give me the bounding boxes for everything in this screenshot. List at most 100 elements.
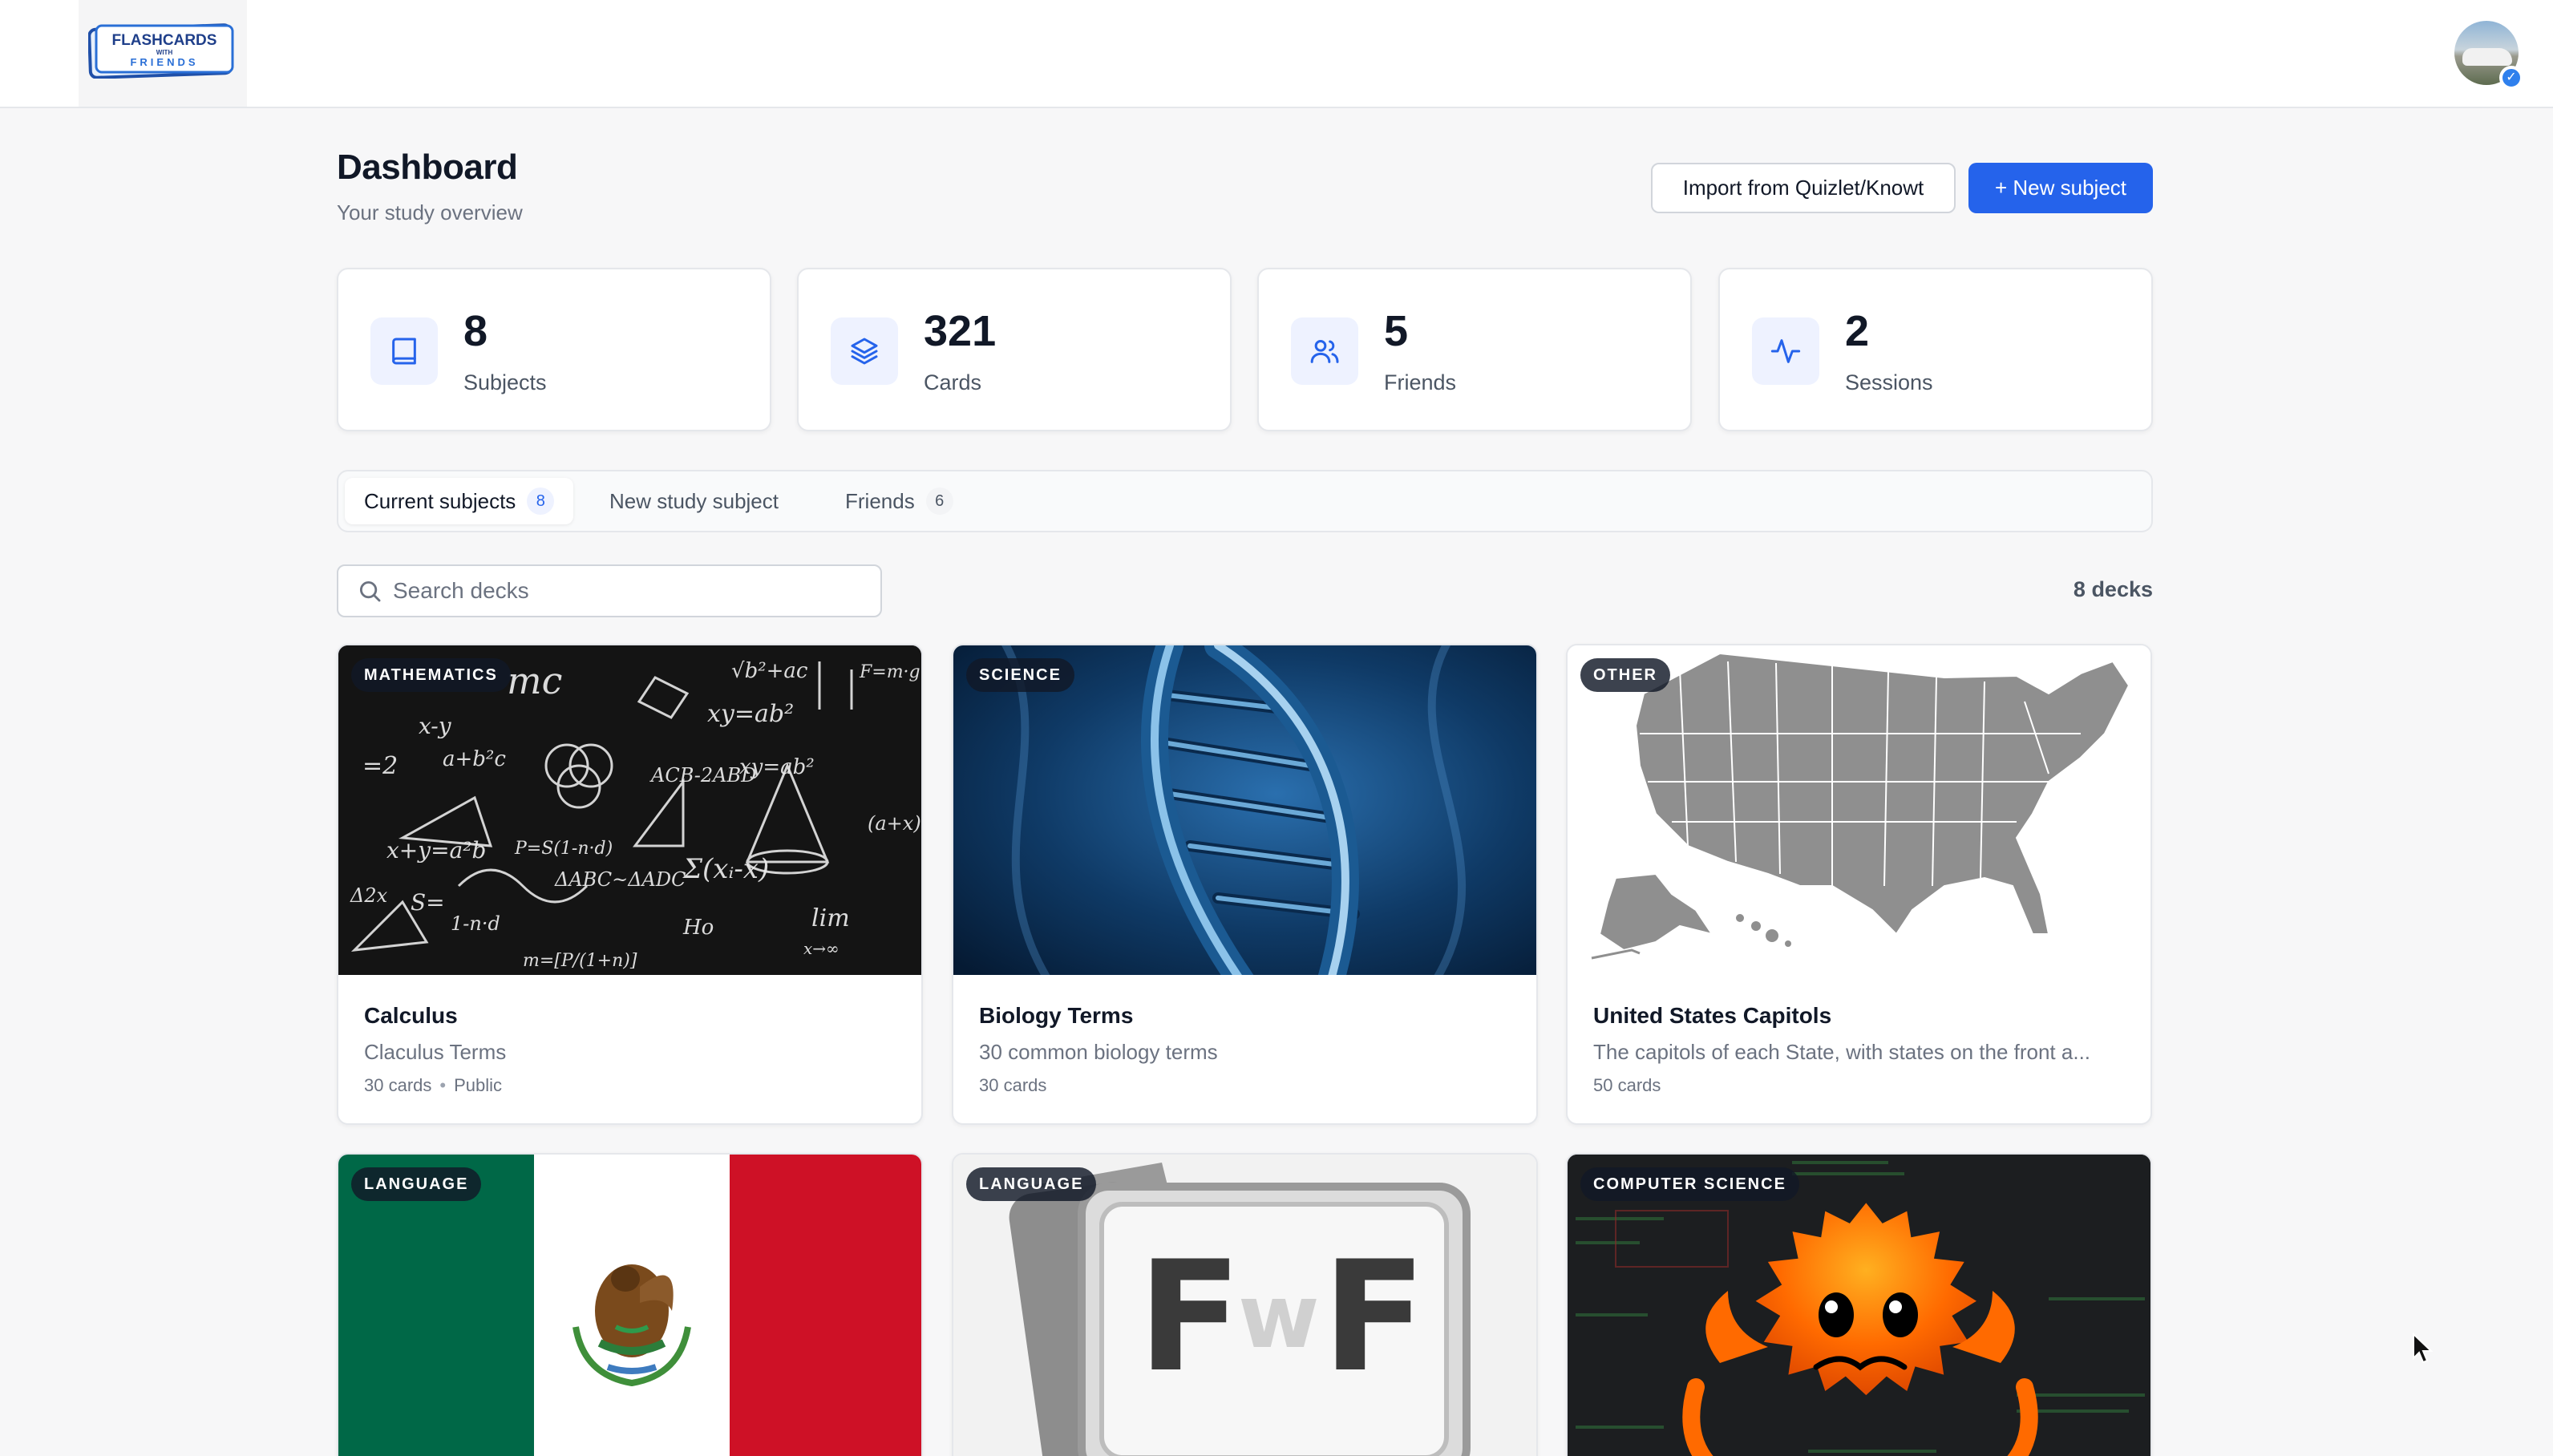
deck-title: United States Capitols xyxy=(1593,1003,1832,1028)
svg-text:x+y=a²b: x+y=a²b xyxy=(386,837,486,863)
deck-title: Biology Terms xyxy=(979,1003,1134,1028)
mouse-cursor-icon xyxy=(2413,1333,2433,1364)
tab-count-badge: 8 xyxy=(527,487,555,515)
svg-text:Ho: Ho xyxy=(682,916,714,940)
tab-label: New study subject xyxy=(609,488,779,513)
svg-text:=2: =2 xyxy=(362,752,398,780)
page-subtitle: Your study overview xyxy=(337,200,523,224)
deck-card-us-capitols[interactable]: OTHER United States Capitols The capitol… xyxy=(1566,644,2152,1125)
deck-image-us-map: OTHER xyxy=(1568,645,2150,975)
users-icon xyxy=(1291,317,1358,385)
stat-value: 8 xyxy=(463,307,488,355)
svg-text:F: F xyxy=(1322,1228,1426,1405)
svg-text:FRIENDS: FRIENDS xyxy=(130,56,198,68)
stat-card-friends: 5 Friends xyxy=(1257,268,1692,431)
deck-card-count: 30 cards xyxy=(364,1075,432,1095)
deck-image-rust-crab: COMPUTER SCIENCE xyxy=(1568,1155,2150,1456)
deck-title: Calculus xyxy=(364,1003,458,1028)
deck-image-chalkboard: mc xy=ab² x-y a+b²c ACB-2ABD xy=ab² x+y=… xyxy=(338,645,921,975)
flashcards-logo-icon: FLASHCARDS WITH FRIENDS xyxy=(88,23,234,79)
deck-category-tag: MATHEMATICS xyxy=(351,658,511,692)
svg-text:Σ(xᵢ-x): Σ(xᵢ-x) xyxy=(682,853,769,885)
activity-icon xyxy=(1752,317,1819,385)
tab-label: Friends xyxy=(845,488,915,513)
deck-image-fwf-logo: F w F LANGUAGE xyxy=(953,1155,1536,1456)
deck-card-language-fwf[interactable]: F w F LANGUAGE xyxy=(952,1153,1538,1456)
stat-label: Sessions xyxy=(1845,370,1933,394)
deck-card-count: 30 cards xyxy=(979,1075,1047,1095)
svg-text:F=m·g: F=m·g xyxy=(859,662,920,682)
svg-text:a+b²c: a+b²c xyxy=(443,747,506,771)
book-icon xyxy=(370,317,438,385)
deck-description: Claculus Terms xyxy=(364,1040,507,1064)
import-quizlet-button[interactable]: Import from Quizlet/Knowt xyxy=(1651,163,1956,213)
page-title: Dashboard xyxy=(337,148,518,187)
deck-category-tag: COMPUTER SCIENCE xyxy=(1580,1167,1799,1201)
svg-text:(a+x): (a+x) xyxy=(868,812,921,835)
svg-text:lim: lim xyxy=(811,904,850,932)
stat-label: Friends xyxy=(1384,370,1457,394)
stat-card-subjects: 8 Subjects xyxy=(337,268,771,431)
meta-separator-dot: • xyxy=(439,1075,447,1095)
tab-current-subjects[interactable]: Current subjects 8 xyxy=(345,478,574,524)
deck-description: 30 common biology terms xyxy=(979,1040,1218,1064)
deck-description: The capitols of each State, with states … xyxy=(1593,1040,2091,1064)
stat-value: 2 xyxy=(1845,307,1870,355)
deck-card-calculus[interactable]: mc xy=ab² x-y a+b²c ACB-2ABD xy=ab² x+y=… xyxy=(337,644,923,1125)
verified-badge-icon: ✓ xyxy=(2499,66,2523,90)
svg-text:x→∞: x→∞ xyxy=(803,939,840,958)
svg-text:F: F xyxy=(1138,1228,1242,1405)
tab-friends[interactable]: Friends 6 xyxy=(826,478,973,524)
search-box[interactable] xyxy=(337,564,882,617)
svg-text:√b²+ac: √b²+ac xyxy=(731,659,808,683)
deck-category-tag: SCIENCE xyxy=(966,658,1074,692)
top-bar: FLASHCARDS WITH FRIENDS ✓ xyxy=(0,0,2553,108)
svg-text:P=S(1-n·d): P=S(1-n·d) xyxy=(514,839,613,859)
deck-image-mexico-flag: LANGUAGE xyxy=(338,1155,921,1456)
us-map-image xyxy=(1591,652,2130,960)
deck-category-tag: LANGUAGE xyxy=(966,1167,1097,1201)
deck-meta: 50 cards xyxy=(1593,1075,1661,1096)
deck-category-tag: LANGUAGE xyxy=(351,1167,482,1201)
dna-helix-image xyxy=(953,645,1536,975)
svg-text:xy=ab²: xy=ab² xyxy=(739,755,815,779)
svg-text:FLASHCARDS: FLASHCARDS xyxy=(112,32,217,49)
deck-count: 8 decks xyxy=(2073,577,2153,601)
svg-text:mc: mc xyxy=(507,659,562,702)
deck-card-count: 50 cards xyxy=(1593,1075,1661,1095)
deck-meta: 30 cards • Public xyxy=(364,1075,502,1096)
svg-text:S=: S= xyxy=(411,889,445,916)
svg-text:Δ2x: Δ2x xyxy=(350,884,388,907)
stat-value: 5 xyxy=(1384,307,1409,355)
svg-text:xy=ab²: xy=ab² xyxy=(707,700,794,728)
app-logo[interactable]: FLASHCARDS WITH FRIENDS xyxy=(79,0,247,107)
avatar-car-image xyxy=(2462,48,2512,66)
stat-label: Cards xyxy=(924,370,982,394)
stat-value: 321 xyxy=(924,307,997,355)
svg-text:m=[P/(1+n)]: m=[P/(1+n)] xyxy=(523,951,637,971)
tab-bar: Current subjects 8 New study subject Fri… xyxy=(337,470,2153,532)
svg-text:w: w xyxy=(1238,1265,1320,1368)
svg-text:WITH: WITH xyxy=(156,49,173,56)
search-icon xyxy=(359,580,381,602)
stat-card-cards: 321 Cards xyxy=(797,268,1232,431)
svg-text:1-n·d: 1-n·d xyxy=(451,912,500,935)
layers-icon xyxy=(831,317,898,385)
deck-card-language-mexico[interactable]: LANGUAGE xyxy=(337,1153,923,1456)
deck-image-dna: SCIENCE xyxy=(953,645,1536,975)
stat-label: Subjects xyxy=(463,370,547,394)
tab-count-badge: 6 xyxy=(925,487,953,515)
stat-card-sessions: 2 Sessions xyxy=(1718,268,2153,431)
deck-card-biology[interactable]: SCIENCE Biology Terms 30 common biology … xyxy=(952,644,1538,1125)
deck-visibility: Public xyxy=(454,1075,503,1095)
svg-text:x-y: x-y xyxy=(419,713,452,739)
chalkboard-math-image: mc xy=ab² x-y a+b²c ACB-2ABD xy=ab² x+y=… xyxy=(338,645,921,975)
deck-category-tag: OTHER xyxy=(1580,658,1670,692)
svg-text:ΔABC~ΔADC: ΔABC~ΔADC xyxy=(554,868,686,891)
search-input[interactable] xyxy=(393,574,866,608)
tab-new-study-subject[interactable]: New study subject xyxy=(590,478,798,524)
deck-card-computer-science[interactable]: COMPUTER SCIENCE xyxy=(1566,1153,2152,1456)
deck-meta: 30 cards xyxy=(979,1075,1046,1096)
tab-label: Current subjects xyxy=(364,488,516,513)
new-subject-button[interactable]: + New subject xyxy=(1968,163,2153,213)
